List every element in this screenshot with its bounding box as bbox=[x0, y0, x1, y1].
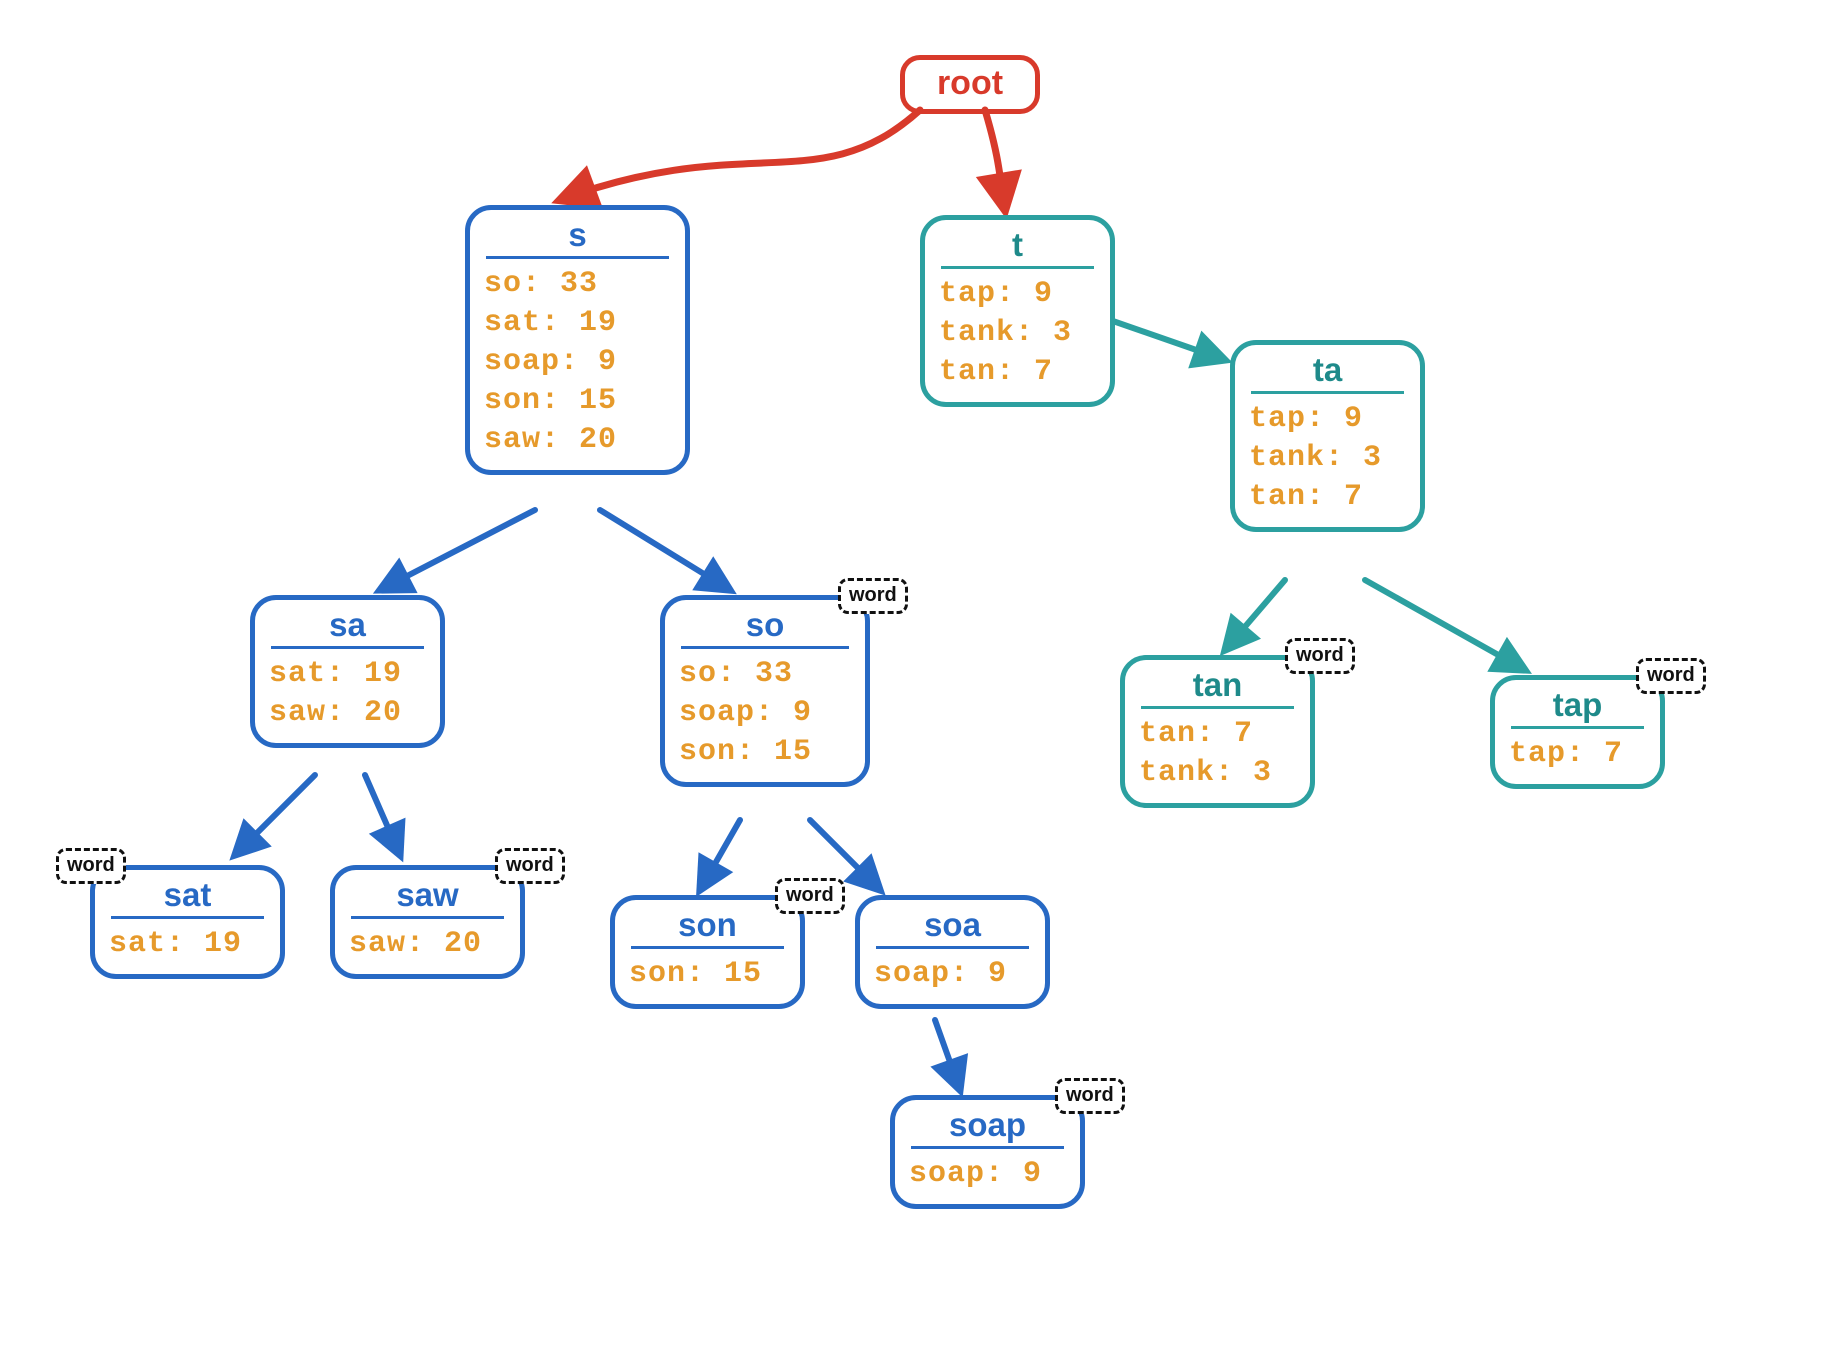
word-badge-soap: word bbox=[1055, 1078, 1125, 1114]
node-tan-entries: tan: 7tank: 3 bbox=[1139, 715, 1296, 793]
node-soa-entries: soap: 9 bbox=[874, 955, 1031, 994]
entry-row: son: 15 bbox=[679, 733, 851, 772]
node-ta: ta tap: 9tank: 3tan: 7 bbox=[1230, 340, 1425, 532]
entry-row: tank: 3 bbox=[1139, 754, 1296, 793]
word-badge-tan: word bbox=[1285, 638, 1355, 674]
edge-root-t bbox=[985, 110, 1005, 210]
entry-row: tan: 7 bbox=[939, 353, 1096, 392]
entry-row: sat: 19 bbox=[109, 925, 266, 964]
entry-row: son: 15 bbox=[629, 955, 786, 994]
node-sa-entries: sat: 19saw: 20 bbox=[269, 655, 426, 733]
edge-ta-tap bbox=[1365, 580, 1525, 670]
edge-s-so bbox=[600, 510, 730, 590]
edge-sa-saw bbox=[365, 775, 400, 855]
node-son-title: son bbox=[631, 906, 784, 949]
word-badge-sat: word bbox=[56, 848, 126, 884]
entry-row: sat: 19 bbox=[269, 655, 426, 694]
entry-row: soap: 9 bbox=[909, 1155, 1066, 1194]
node-so: so so: 33soap: 9son: 15 bbox=[660, 595, 870, 787]
node-saw-title: saw bbox=[351, 876, 504, 919]
entry-row: tan: 7 bbox=[1249, 478, 1406, 517]
entry-row: soap: 9 bbox=[679, 694, 851, 733]
node-s: s so: 33sat: 19soap: 9son: 15saw: 20 bbox=[465, 205, 690, 475]
node-tap-entries: tap: 7 bbox=[1509, 735, 1646, 774]
node-so-entries: so: 33soap: 9son: 15 bbox=[679, 655, 851, 772]
word-badge-son: word bbox=[775, 878, 845, 914]
node-soa: soa soap: 9 bbox=[855, 895, 1050, 1009]
entry-row: saw: 20 bbox=[484, 421, 671, 460]
node-tap: tap tap: 7 bbox=[1490, 675, 1665, 789]
entry-row: tap: 9 bbox=[939, 275, 1096, 314]
entry-row: so: 33 bbox=[679, 655, 851, 694]
edge-root-s bbox=[560, 110, 920, 200]
node-soap: soap soap: 9 bbox=[890, 1095, 1085, 1209]
node-soap-entries: soap: 9 bbox=[909, 1155, 1066, 1194]
node-s-title: s bbox=[486, 216, 669, 259]
node-root-label: root bbox=[937, 64, 1003, 102]
node-tap-title: tap bbox=[1511, 686, 1644, 729]
entry-row: tap: 7 bbox=[1509, 735, 1646, 774]
entry-row: saw: 20 bbox=[349, 925, 506, 964]
trie-diagram: root s so: 33sat: 19soap: 9son: 15saw: 2… bbox=[0, 0, 1846, 1352]
entry-row: soap: 9 bbox=[874, 955, 1031, 994]
node-so-title: so bbox=[681, 606, 849, 649]
node-soa-title: soa bbox=[876, 906, 1029, 949]
node-ta-title: ta bbox=[1251, 351, 1404, 394]
entry-row: saw: 20 bbox=[269, 694, 426, 733]
node-s-entries: so: 33sat: 19soap: 9son: 15saw: 20 bbox=[484, 265, 671, 460]
edge-sa-sat bbox=[235, 775, 315, 855]
entry-row: son: 15 bbox=[484, 382, 671, 421]
edge-soa-soap bbox=[935, 1020, 960, 1090]
node-saw: saw saw: 20 bbox=[330, 865, 525, 979]
node-son: son son: 15 bbox=[610, 895, 805, 1009]
entry-row: tan: 7 bbox=[1139, 715, 1296, 754]
node-saw-entries: saw: 20 bbox=[349, 925, 506, 964]
edge-so-son bbox=[700, 820, 740, 890]
node-soap-title: soap bbox=[911, 1106, 1064, 1149]
entry-row: sat: 19 bbox=[484, 304, 671, 343]
entry-row: tap: 9 bbox=[1249, 400, 1406, 439]
word-badge-saw: word bbox=[495, 848, 565, 884]
entry-row: soap: 9 bbox=[484, 343, 671, 382]
node-sat-entries: sat: 19 bbox=[109, 925, 266, 964]
node-tan: tan tan: 7tank: 3 bbox=[1120, 655, 1315, 808]
node-t-entries: tap: 9tank: 3tan: 7 bbox=[939, 275, 1096, 392]
entry-row: so: 33 bbox=[484, 265, 671, 304]
edge-ta-tan bbox=[1225, 580, 1285, 650]
node-sa: sa sat: 19saw: 20 bbox=[250, 595, 445, 748]
edge-s-sa bbox=[380, 510, 535, 590]
word-badge-so: word bbox=[838, 578, 908, 614]
node-son-entries: son: 15 bbox=[629, 955, 786, 994]
node-t: t tap: 9tank: 3tan: 7 bbox=[920, 215, 1115, 407]
node-tan-title: tan bbox=[1141, 666, 1294, 709]
edge-t-ta bbox=[1110, 320, 1225, 360]
node-t-title: t bbox=[941, 226, 1094, 269]
node-ta-entries: tap: 9tank: 3tan: 7 bbox=[1249, 400, 1406, 517]
node-sa-title: sa bbox=[271, 606, 424, 649]
entry-row: tank: 3 bbox=[939, 314, 1096, 353]
node-sat-title: sat bbox=[111, 876, 264, 919]
word-badge-tap: word bbox=[1636, 658, 1706, 694]
entry-row: tank: 3 bbox=[1249, 439, 1406, 478]
node-root: root bbox=[900, 55, 1040, 114]
